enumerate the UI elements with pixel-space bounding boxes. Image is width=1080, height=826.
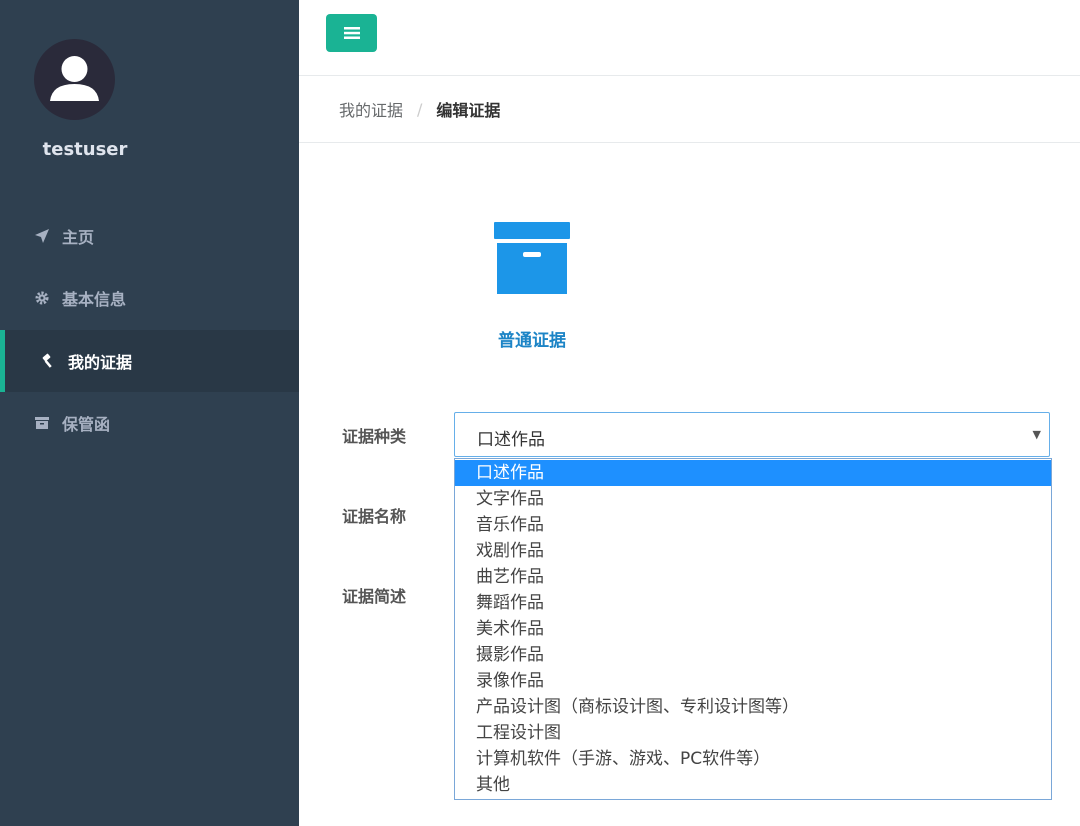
sidebar: testuser 主页 基本信息 我的证据 保管函 [0,0,299,826]
dropdown-option[interactable]: 计算机软件（手游、游戏、PC软件等） [455,746,1051,772]
dropdown-arrow-icon: ▼ [1032,428,1041,441]
dropdown-option[interactable]: 音乐作品 [455,512,1051,538]
evidence-type-label: 证据种类 [342,427,407,446]
breadcrumb-current: 编辑证据 [436,101,501,120]
sidebar-item-label: 基本信息 [62,290,127,309]
evidence-name-label: 证据名称 [342,507,407,526]
sidebar-item-home[interactable]: 主页 [0,205,299,267]
dropdown-option[interactable]: 录像作品 [455,668,1051,694]
menu-toggle-button[interactable] [326,14,377,52]
paper-plane-icon [35,229,49,243]
avatar[interactable] [34,39,115,120]
gear-icon [35,291,49,305]
evidence-type-card-label[interactable]: 普通证据 [470,326,594,351]
sidebar-item-custody-letter[interactable]: 保管函 [0,392,299,454]
dropdown-option[interactable]: 其他 [455,772,1051,798]
breadcrumb-separator: / [417,99,423,119]
selected-value: 口述作品 [477,430,545,450]
archive-icon [35,417,49,429]
dropdown-option[interactable]: 摄影作品 [455,642,1051,668]
sidebar-item-my-evidence[interactable]: 我的证据 [0,330,299,392]
evidence-type-dropdown: 口述作品 文字作品 音乐作品 戏剧作品 曲艺作品 舞蹈作品 美术作品 摄影作品 … [454,458,1052,800]
sidebar-item-label: 我的证据 [68,353,133,372]
dropdown-option[interactable]: 美术作品 [455,616,1051,642]
dropdown-option[interactable]: 文字作品 [455,486,1051,512]
dropdown-option[interactable]: 曲艺作品 [455,564,1051,590]
dropdown-option[interactable]: 戏剧作品 [455,538,1051,564]
hamburger-icon [343,27,360,39]
gavel-icon [42,353,52,368]
top-bar [299,0,1080,76]
sidebar-item-label: 保管函 [62,415,111,434]
dropdown-option[interactable]: 产品设计图（商标设计图、专利设计图等） [455,694,1051,720]
user-icon [50,56,99,101]
dropdown-option[interactable]: 口述作品 [455,460,1051,486]
evidence-type-select[interactable]: 口述作品 ▼ [454,412,1050,457]
dropdown-option[interactable]: 舞蹈作品 [455,590,1051,616]
breadcrumb: 我的证据 / 编辑证据 [299,76,1080,143]
dropdown-option[interactable]: 工程设计图 [455,720,1051,746]
sidebar-item-basic-info[interactable]: 基本信息 [0,267,299,329]
sidebar-item-label: 主页 [62,228,95,247]
username: testuser [42,139,128,160]
active-indicator [0,330,5,392]
evidence-description-label: 证据简述 [342,587,407,606]
breadcrumb-parent-link[interactable]: 我的证据 [339,97,403,121]
archive-box-icon[interactable] [494,222,572,296]
